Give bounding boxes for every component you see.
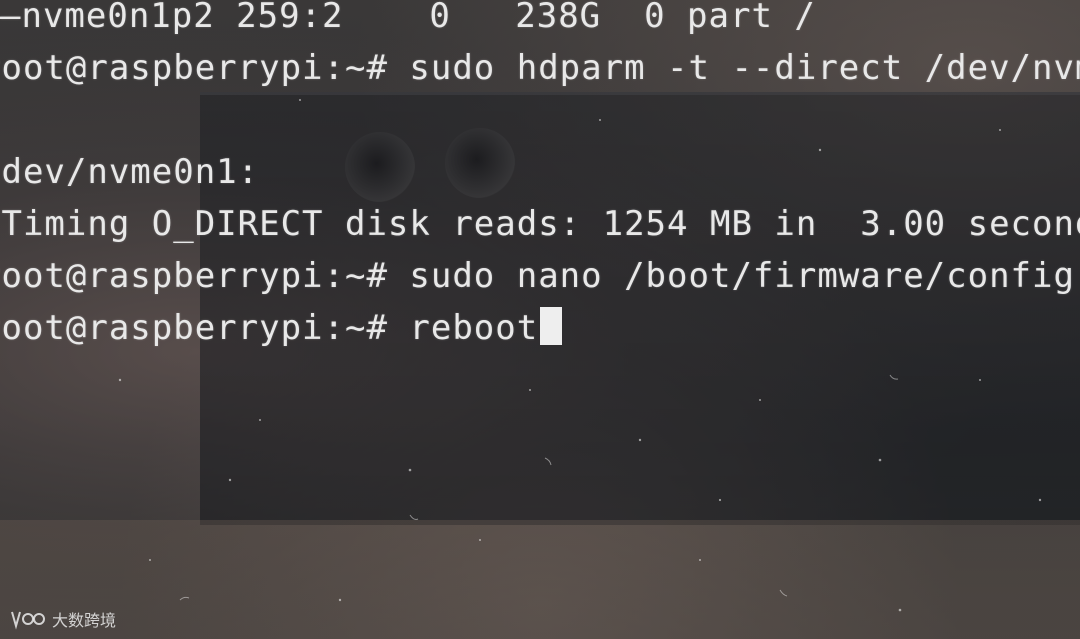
watermark-logo-icon: [11, 611, 45, 630]
watermark-text: 大数跨境: [52, 611, 117, 630]
terminal-output: —nvme0n1p2 259:2 0 238G 0 part / root@ra…: [0, 0, 1080, 639]
terminal-line: root@raspberrypi:~# sudo hdparm -t --dir…: [0, 48, 1080, 88]
terminal-line: root@raspberrypi:~# sudo nano /boot/firm…: [0, 256, 1080, 296]
terminal-line: /dev/nvme0n1:: [0, 152, 260, 192]
watermark: 大数跨境: [10, 607, 116, 631]
terminal-prompt-line[interactable]: root@raspberrypi:~# reboot: [0, 306, 563, 350]
terminal-photo: —nvme0n1p2 259:2 0 238G 0 part / root@ra…: [0, 0, 1080, 639]
text-cursor: [540, 307, 563, 345]
terminal-line: root@raspberrypi:~# reboot: [0, 308, 539, 348]
terminal-line: Timing O_DIRECT disk reads: 1254 MB in 3…: [0, 204, 1080, 244]
terminal-line: —nvme0n1p2 259:2 0 238G 0 part /: [0, 0, 816, 36]
